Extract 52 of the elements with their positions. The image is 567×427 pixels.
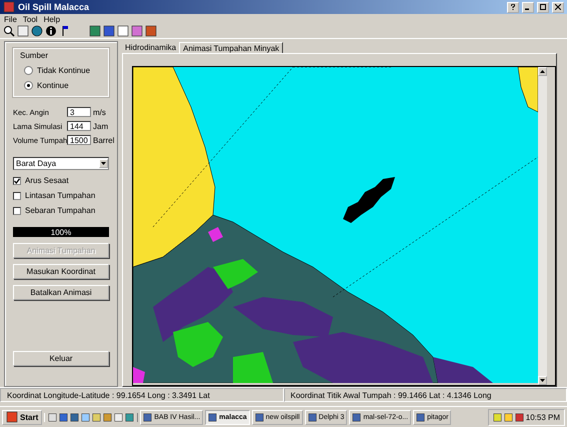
maximize-button[interactable] [537, 2, 549, 12]
checkbox-label: Sebaran Tumpahan [25, 206, 96, 215]
action-button[interactable]: Masukan Koordinat [13, 264, 109, 279]
window-icon[interactable] [416, 412, 426, 422]
clock: 10:53 PM [526, 412, 560, 422]
up-arrow-icon[interactable] [540, 70, 545, 73]
progress-reading: 100% [50, 227, 72, 237]
status-text: Koordinat Longitude-Latitude : 99.1654 Long : 3.3491 Lat [0, 388, 284, 402]
input-field[interactable]: 144 [67, 121, 91, 131]
scrollbar[interactable] [538, 67, 547, 385]
info-icon[interactable] [45, 25, 57, 37]
checkbox[interactable] [13, 206, 21, 214]
checkbox-label: Arus Sesaat [25, 176, 69, 185]
tab[interactable]: Animasi Tumpahan Minyak [179, 42, 284, 53]
input-field[interactable]: 1500 [67, 135, 91, 145]
minimize-button[interactable] [522, 2, 534, 12]
window-icon[interactable] [208, 412, 218, 422]
window-icon[interactable] [143, 412, 152, 422]
menu-item[interactable]: File [4, 14, 17, 24]
window-icon[interactable] [352, 412, 362, 422]
window-icon[interactable] [308, 412, 317, 422]
checkbox[interactable] [13, 176, 21, 184]
start-button[interactable]: Start [2, 410, 42, 424]
unit-label: Barrel [93, 136, 114, 144]
globe-icon[interactable] [31, 25, 43, 37]
close-button[interactable] [552, 2, 564, 12]
search-icon[interactable] [3, 25, 15, 37]
window-title: Oil Spill Malacca [18, 2, 90, 12]
checkbox[interactable] [13, 192, 21, 200]
unit-label: m/s [93, 108, 106, 116]
group-label: Sumber [20, 51, 50, 60]
radio-label: Tidak Kontinue [37, 66, 90, 75]
radio-label: Kontinue [37, 81, 69, 90]
caret-icon [101, 162, 106, 165]
checkbox-label: Lintasan Tumpahan [25, 191, 96, 200]
tab[interactable]: Hidrodinamika [122, 42, 180, 53]
menu-item[interactable]: Help [44, 14, 60, 24]
close-icon [555, 4, 561, 10]
input-field[interactable]: 3 [67, 107, 91, 117]
status-text: Koordinat Titik Awal Tumpah : 99.1466 Lat : 4.1346 Long [284, 388, 567, 402]
unit-label: Jam [93, 122, 108, 130]
window-icon[interactable] [254, 412, 264, 422]
radio-button[interactable] [24, 66, 33, 75]
help-icon [510, 4, 516, 10]
direction-dropdown[interactable]: Barat Daya [13, 157, 109, 170]
help-button[interactable] [507, 2, 519, 12]
menu-item[interactable]: Tool [22, 14, 38, 24]
maximize-icon [540, 4, 546, 10]
action-button[interactable]: Batalkan Animasi [13, 285, 109, 300]
down-arrow-icon[interactable] [540, 379, 545, 382]
radio-button[interactable] [24, 81, 33, 90]
exit-button[interactable]: Keluar [13, 351, 109, 366]
